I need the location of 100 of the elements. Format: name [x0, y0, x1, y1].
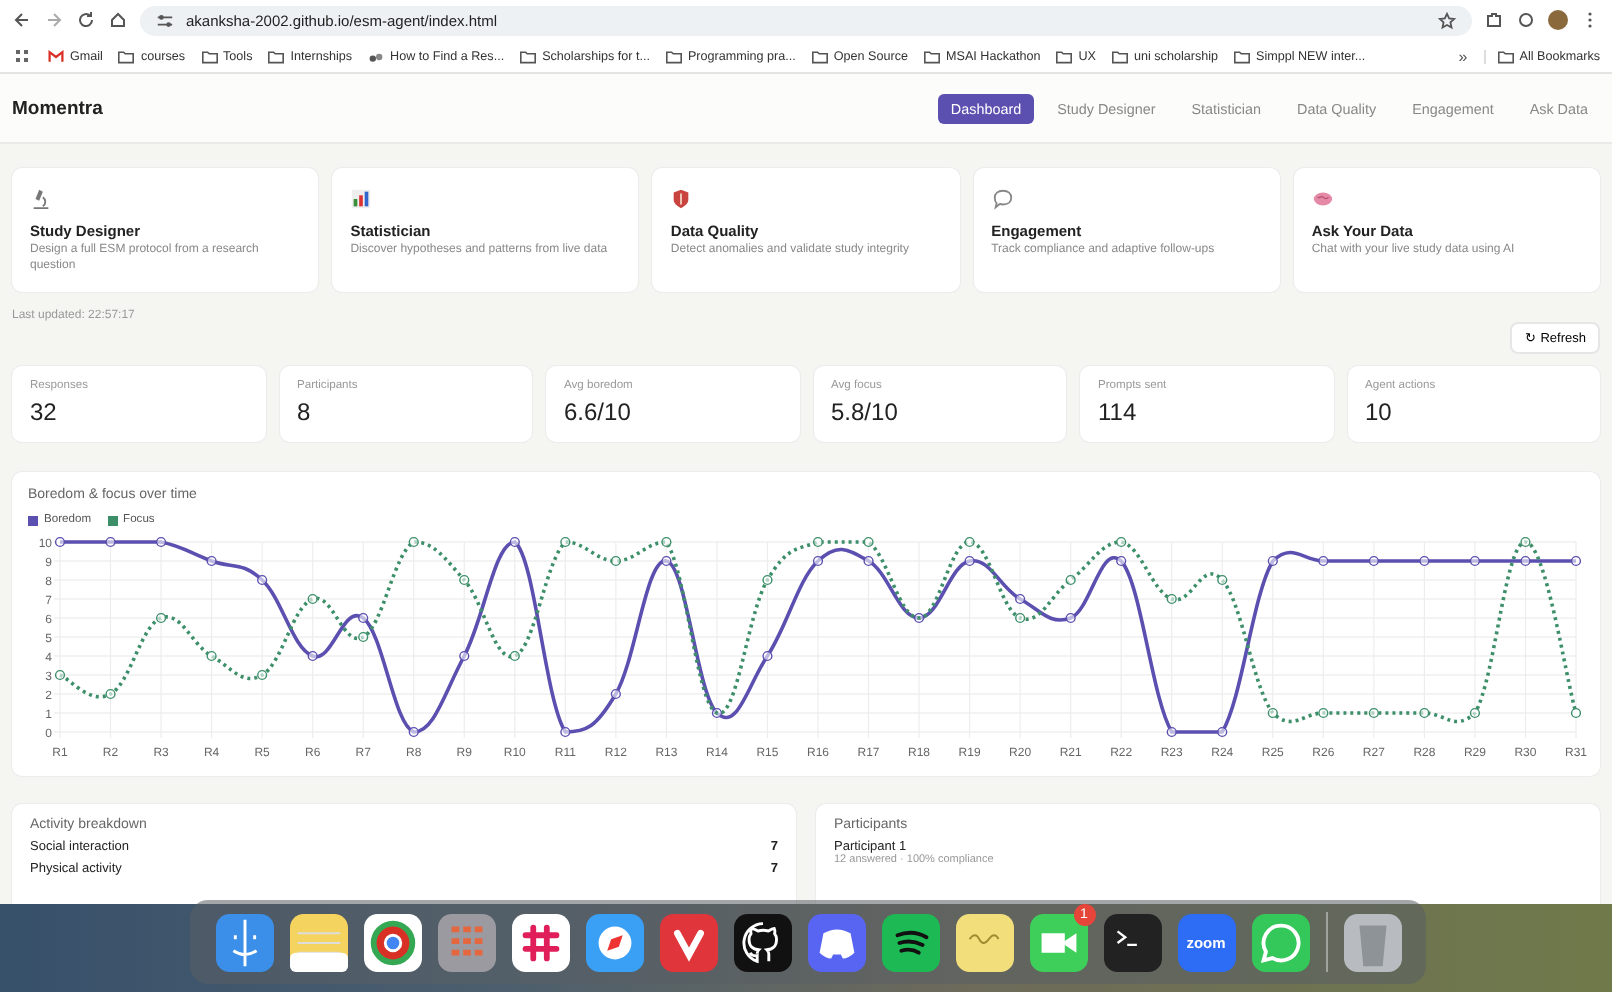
data-point [307, 650, 318, 662]
data-point [257, 574, 268, 586]
stat-value: 10 [1365, 398, 1394, 426]
folder-icon [520, 49, 537, 63]
data-point [762, 574, 773, 586]
data-point [1217, 726, 1228, 738]
data-point [1116, 536, 1127, 548]
data-point [54, 536, 66, 548]
bar-chart-icon [350, 188, 373, 210]
data-point [358, 612, 369, 624]
folder-icon [118, 49, 135, 63]
stat-value: 5.8/10 [831, 398, 900, 426]
reload-icon[interactable] [76, 10, 96, 30]
folder-icon [1112, 49, 1128, 63]
data-point [1267, 555, 1278, 567]
data-point [1368, 707, 1379, 719]
mail-icon [48, 49, 64, 63]
cat-logo-icon[interactable] [733, 913, 791, 971]
apps-grid-icon[interactable] [12, 46, 32, 66]
data-point [1419, 707, 1430, 719]
home-icon[interactable] [108, 10, 128, 30]
folder-icon [1056, 49, 1073, 63]
data-point [459, 574, 470, 586]
data-point [408, 536, 419, 548]
folder-icon [201, 49, 218, 63]
data-point [1267, 707, 1278, 719]
data-point [358, 631, 369, 643]
microscope-icon [30, 188, 52, 210]
folder-icon [811, 49, 828, 63]
notepad-icon[interactable] [289, 913, 347, 971]
data-point [206, 555, 217, 567]
compass-icon[interactable] [585, 913, 643, 971]
v-logo-icon[interactable] [659, 913, 717, 971]
terminal-icon[interactable] [1103, 913, 1161, 971]
puzzle-icon[interactable] [1484, 10, 1504, 30]
data-point [661, 555, 672, 567]
data-point [762, 650, 773, 662]
phone-bubble-icon[interactable] [1251, 913, 1309, 971]
circle-icon[interactable] [1516, 10, 1536, 30]
data-point [1368, 555, 1379, 567]
data-point [1217, 574, 1228, 586]
data-point [1318, 555, 1329, 567]
data-point [711, 707, 723, 719]
data-point [863, 536, 874, 548]
folder-icon [268, 49, 285, 63]
data-point [1570, 707, 1582, 719]
trash-icon[interactable] [1343, 913, 1401, 971]
data-point [610, 555, 621, 567]
back-icon[interactable] [12, 10, 32, 30]
data-point [1166, 726, 1177, 738]
data-point [1469, 707, 1481, 719]
data-point [1065, 612, 1076, 624]
more-bookmarks-button[interactable]: » [1458, 47, 1468, 65]
bookmark-star-icon[interactable] [1438, 11, 1456, 29]
sound-waves-icon[interactable] [881, 913, 939, 971]
stat-value: 114 [1098, 398, 1139, 426]
data-point [1469, 555, 1481, 567]
data-point [105, 536, 116, 548]
speech-bubble-icon [991, 188, 1014, 210]
data-point [509, 536, 520, 548]
data-point [155, 612, 167, 624]
data-point [459, 650, 470, 662]
data-point [105, 688, 116, 700]
data-point [964, 555, 975, 567]
data-point [560, 536, 571, 548]
data-point [812, 555, 824, 567]
data-point [1015, 593, 1026, 605]
site-settings-icon[interactable] [156, 11, 174, 29]
data-point [863, 555, 874, 567]
folder-icon [1234, 49, 1251, 63]
stat-value: 6.6/10 [564, 398, 633, 426]
data-point [812, 536, 824, 548]
circle-logo-icon[interactable] [363, 913, 421, 971]
data-point [155, 536, 167, 548]
data-point [257, 669, 268, 681]
data-point [307, 593, 318, 605]
folder-icon [665, 49, 682, 63]
data-point [509, 650, 520, 662]
data-point [1065, 574, 1076, 586]
data-point [560, 726, 571, 738]
sticky-note-icon[interactable] [955, 913, 1013, 971]
data-point [610, 688, 621, 700]
data-point [913, 612, 925, 624]
stat-value: 32 [30, 398, 59, 426]
shield-icon [670, 188, 693, 210]
data-point [1419, 555, 1430, 567]
avatar[interactable] [1548, 10, 1568, 30]
data-point [1166, 593, 1177, 605]
data-point [964, 536, 975, 548]
data-point [206, 650, 217, 662]
hash-icon[interactable] [511, 913, 569, 971]
data-point [1015, 612, 1026, 624]
stat-value: 8 [297, 398, 313, 426]
folder-icon [1497, 49, 1514, 63]
data-point [408, 726, 419, 738]
data-point [661, 536, 672, 548]
data-point [1520, 536, 1531, 548]
face-icon[interactable] [215, 913, 273, 971]
data-point [54, 669, 66, 681]
folder-icon [924, 49, 940, 63]
